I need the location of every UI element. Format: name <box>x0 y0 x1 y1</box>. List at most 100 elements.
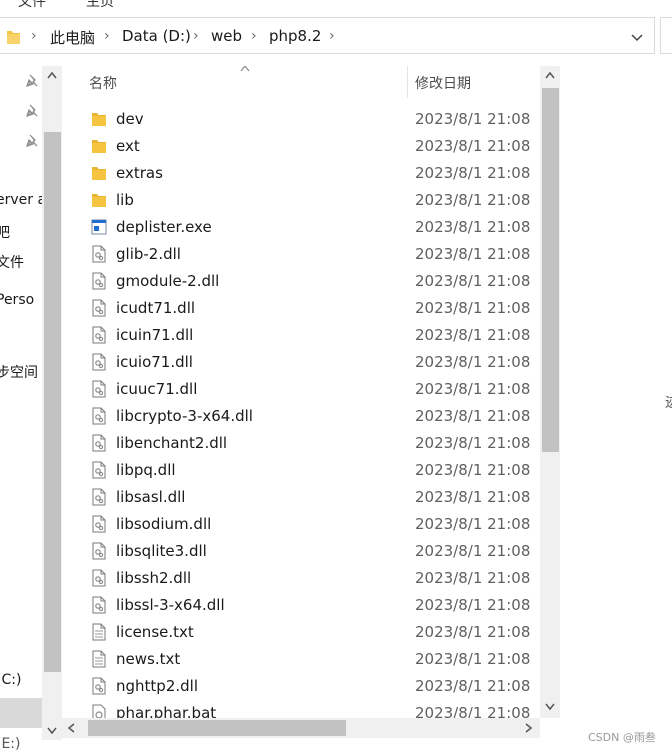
file-row[interactable]: libsqlite3.dll 2023/8/1 21:08 <box>62 538 540 565</box>
menu-home[interactable]: 主页 <box>86 0 114 10</box>
file-row[interactable]: nghttp2.dll 2023/8/1 21:08 <box>62 673 540 700</box>
sort-up-icon <box>240 66 250 72</box>
nav-item-documents[interactable]: 文件 <box>0 252 24 272</box>
column-date-modified[interactable]: 修改日期 <box>415 73 471 93</box>
file-row[interactable]: glib-2.dll 2023/8/1 21:08 <box>62 241 540 268</box>
chevron-right-icon[interactable]: › <box>104 28 110 44</box>
scroll-left-icon[interactable] <box>66 722 76 734</box>
dll-file-icon <box>92 353 106 371</box>
file-row[interactable]: dev 2023/8/1 21:08 <box>62 106 540 133</box>
file-row[interactable]: gmodule-2.dll 2023/8/1 21:08 <box>62 268 540 295</box>
file-name: extras <box>116 164 163 182</box>
file-date-modified: 2023/8/1 21:08 <box>415 218 531 236</box>
file-row[interactable]: icuin71.dll 2023/8/1 21:08 <box>62 322 540 349</box>
file-date-modified: 2023/8/1 21:08 <box>415 164 531 182</box>
file-row[interactable]: phar.phar.bat 2023/8/1 21:08 <box>62 700 540 718</box>
file-row[interactable]: deplister.exe 2023/8/1 21:08 <box>62 214 540 241</box>
file-date-modified: 2023/8/1 21:08 <box>415 623 531 641</box>
scroll-up-icon[interactable] <box>46 70 58 80</box>
file-name: libssh2.dll <box>116 569 192 587</box>
nav-item-server[interactable]: erver a <box>0 192 42 208</box>
file-list-scrollbar-thumb[interactable] <box>542 88 559 452</box>
nav-item-sync-space[interactable]: 步空间 <box>0 362 38 382</box>
file-date-modified: 2023/8/1 21:08 <box>415 704 531 718</box>
chevron-right-icon[interactable]: › <box>329 28 335 44</box>
address-bar[interactable]: › 此电脑 › Data (D:) › web › php8.2 › <box>0 17 655 54</box>
file-row[interactable]: libsodium.dll 2023/8/1 21:08 <box>62 511 540 538</box>
file-row[interactable]: icudt71.dll 2023/8/1 21:08 <box>62 295 540 322</box>
nav-item-recent[interactable]: 吧 <box>0 222 10 242</box>
file-name: icuuc71.dll <box>116 380 198 398</box>
scroll-down-icon[interactable] <box>544 702 556 712</box>
file-row[interactable]: license.txt 2023/8/1 21:08 <box>62 619 540 646</box>
file-list-scrollbar[interactable] <box>540 66 560 718</box>
nav-item-drive-c[interactable]: (C:) <box>0 672 21 688</box>
file-row[interactable]: news.txt 2023/8/1 21:08 <box>62 646 540 673</box>
nav-item-drive-e[interactable]: (E:) <box>0 736 21 752</box>
file-name: phar.phar.bat <box>116 704 217 718</box>
column-divider[interactable] <box>407 66 408 98</box>
breadcrumb-php82[interactable]: php8.2 <box>269 27 321 45</box>
nav-item-selected-highlight <box>0 698 42 728</box>
chevron-right-icon[interactable]: › <box>193 28 199 44</box>
file-date-modified: 2023/8/1 21:08 <box>415 677 531 695</box>
batch-file-icon <box>92 704 106 718</box>
column-name[interactable]: 名称 <box>89 73 117 93</box>
dll-file-icon <box>92 380 106 398</box>
menu-file[interactable]: 文件 <box>18 0 46 10</box>
dll-file-icon <box>92 515 106 533</box>
file-row[interactable]: ext 2023/8/1 21:08 <box>62 133 540 160</box>
chevron-right-icon[interactable]: › <box>251 28 257 44</box>
file-name: libsqlite3.dll <box>116 542 207 560</box>
file-row[interactable]: extras 2023/8/1 21:08 <box>62 160 540 187</box>
pin-icon <box>26 74 38 87</box>
scroll-down-icon[interactable] <box>46 726 58 736</box>
nav-scrollbar-thumb[interactable] <box>44 132 61 672</box>
horizontal-scrollbar-thumb[interactable] <box>88 720 346 736</box>
file-row[interactable]: lib 2023/8/1 21:08 <box>62 187 540 214</box>
file-date-modified: 2023/8/1 21:08 <box>415 110 531 128</box>
scroll-right-icon[interactable] <box>524 722 534 734</box>
breadcrumb-data-drive[interactable]: Data (D:) <box>122 27 191 45</box>
dll-file-icon <box>92 299 106 317</box>
folder-icon <box>7 31 20 44</box>
dll-file-icon <box>92 326 106 344</box>
file-name: libcrypto-3-x64.dll <box>116 407 253 425</box>
file-date-modified: 2023/8/1 21:08 <box>415 434 531 452</box>
text-file-icon <box>92 623 106 641</box>
file-row[interactable]: libssh2.dll 2023/8/1 21:08 <box>62 565 540 592</box>
file-row[interactable]: libpq.dll 2023/8/1 21:08 <box>62 457 540 484</box>
file-date-modified: 2023/8/1 21:08 <box>415 488 531 506</box>
nav-item-personal[interactable]: Perso <box>0 292 34 308</box>
folder-icon <box>92 113 106 126</box>
file-name: nghttp2.dll <box>116 677 198 695</box>
file-name: news.txt <box>116 650 181 668</box>
file-name: libpq.dll <box>116 461 176 479</box>
folder-icon <box>92 167 106 180</box>
breadcrumb-web[interactable]: web <box>211 27 242 45</box>
file-row[interactable]: libsasl.dll 2023/8/1 21:08 <box>62 484 540 511</box>
file-date-modified: 2023/8/1 21:08 <box>415 353 531 371</box>
text-file-icon <box>92 650 106 668</box>
application-icon <box>91 219 107 235</box>
file-date-modified: 2023/8/1 21:08 <box>415 299 531 317</box>
file-date-modified: 2023/8/1 21:08 <box>415 137 531 155</box>
file-row[interactable]: icuio71.dll 2023/8/1 21:08 <box>62 349 540 376</box>
file-name: dev <box>116 110 144 128</box>
chevron-down-icon[interactable] <box>628 28 646 46</box>
horizontal-scrollbar[interactable] <box>62 718 540 738</box>
breadcrumb-this-pc[interactable]: 此电脑 <box>50 27 95 48</box>
refresh-button[interactable] <box>660 17 672 54</box>
file-date-modified: 2023/8/1 21:08 <box>415 542 531 560</box>
pin-icon <box>26 134 38 147</box>
file-row[interactable]: libenchant2.dll 2023/8/1 21:08 <box>62 430 540 457</box>
file-name: libssl-3-x64.dll <box>116 596 225 614</box>
scroll-up-icon[interactable] <box>544 70 556 80</box>
dll-file-icon <box>92 434 106 452</box>
file-row[interactable]: libssl-3-x64.dll 2023/8/1 21:08 <box>62 592 540 619</box>
file-row[interactable]: icuuc71.dll 2023/8/1 21:08 <box>62 376 540 403</box>
navigation-pane: erver a 吧 文件 Perso 步空间 (C:) (E:) <box>0 66 42 752</box>
file-row[interactable]: libcrypto-3-x64.dll 2023/8/1 21:08 <box>62 403 540 430</box>
file-name: deplister.exe <box>116 218 212 236</box>
nav-scrollbar[interactable] <box>42 66 62 740</box>
